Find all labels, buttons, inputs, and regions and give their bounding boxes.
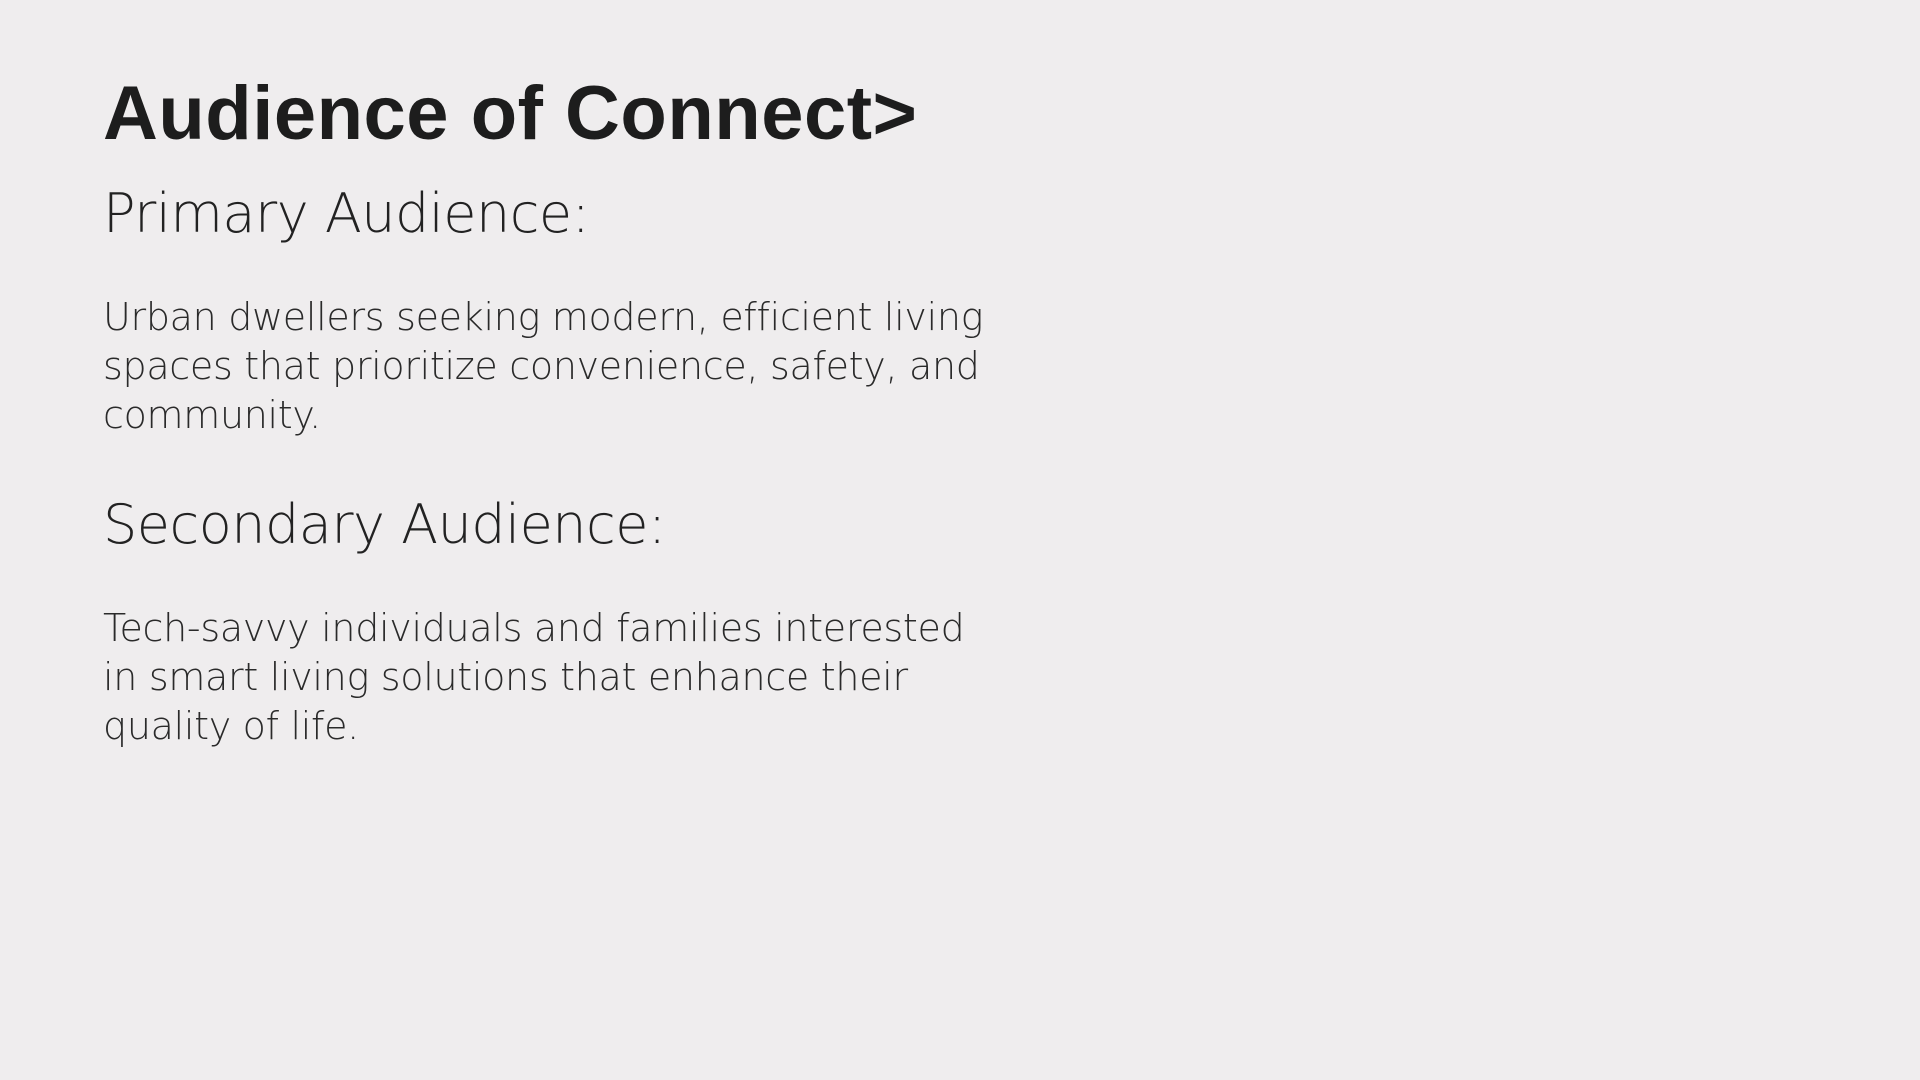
primary-audience-description: Urban dwellers seeking modern, efficient… (103, 295, 984, 437)
slide: Audience of Connect> Primary Audience: U… (0, 0, 1920, 1080)
primary-audience-heading: Primary Audience: (103, 182, 590, 245)
slide-title: Audience of Connect> (103, 71, 918, 156)
secondary-audience-heading: Secondary Audience: (103, 493, 666, 556)
secondary-audience-description: Tech-savvy individuals and families inte… (103, 606, 965, 748)
